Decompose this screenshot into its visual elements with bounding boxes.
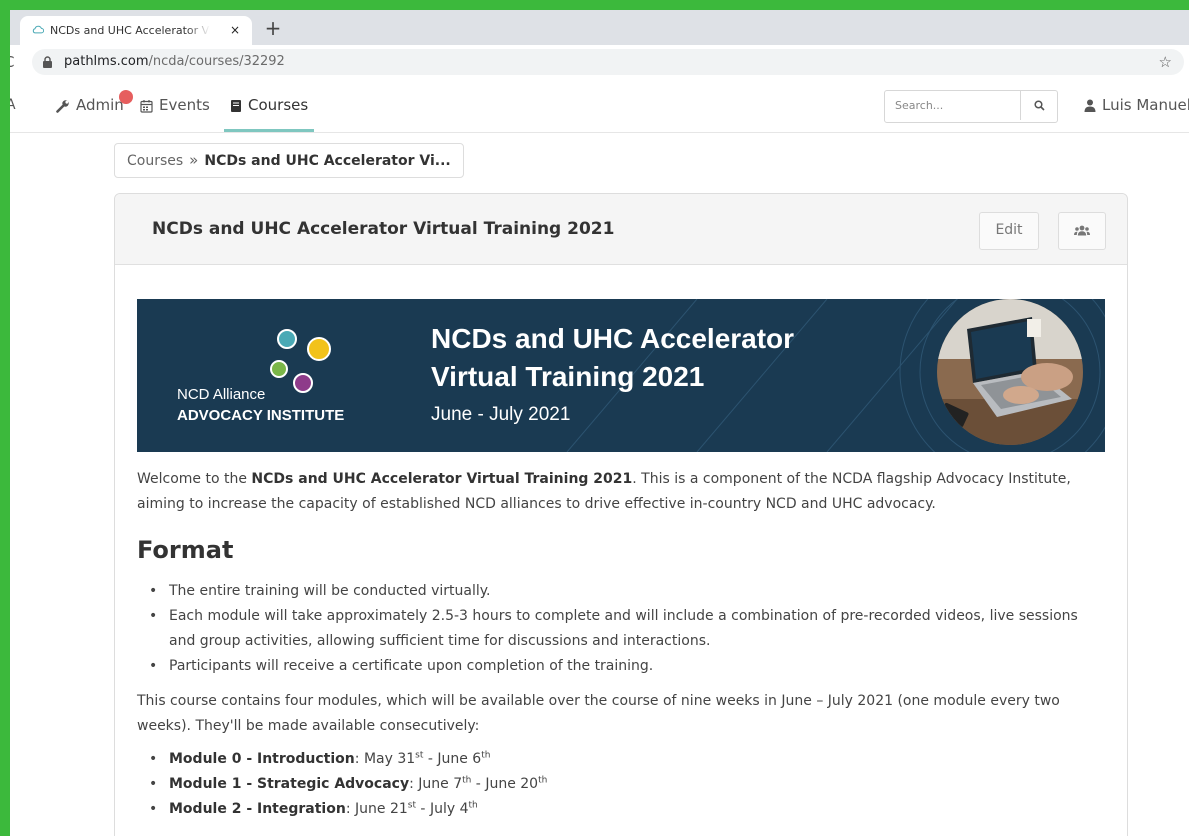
brand-fragment[interactable]: A — [10, 97, 16, 113]
active-tab-indicator — [224, 129, 314, 132]
site-navbar: A Admin Events Courses Search... Luis Ma… — [10, 80, 1189, 133]
nav-events-label: Events — [159, 96, 210, 114]
url-domain: pathlms.com — [64, 54, 149, 69]
tab-strip: NCDs and UHC Accelerator Virtual Trainin… — [10, 10, 1189, 45]
format-point: Each module will take approximately 2.5-… — [149, 604, 1107, 654]
module-end-suffix: th — [481, 750, 491, 761]
intro-paragraph: Welcome to the NCDs and UHC Accelerator … — [137, 467, 1107, 517]
intro-pre: Welcome to the — [137, 471, 252, 487]
module-title: Module 2 - Integration — [169, 801, 346, 817]
bookmark-star-icon[interactable]: ☆ — [1159, 49, 1172, 75]
course-panel: NCDs and UHC Accelerator Virtual Trainin… — [114, 193, 1128, 836]
search-box — [884, 90, 1058, 123]
banner-title-line1: NCDs and UHC Accelerator — [431, 323, 795, 354]
org-subtitle: ADVOCACY INSTITUTE — [177, 407, 345, 424]
cloud-icon — [32, 25, 44, 34]
user-menu[interactable]: Luis Manuel — [1084, 80, 1189, 130]
nav-events[interactable]: Events — [140, 80, 210, 132]
breadcrumb-courses-link[interactable]: Courses — [127, 153, 183, 169]
ncd-alliance-logo — [177, 327, 267, 389]
module-end: July 4 — [429, 801, 469, 817]
nav-courses[interactable]: Courses — [230, 80, 308, 132]
nav-courses-label: Courses — [248, 96, 309, 114]
format-heading: Format — [137, 536, 234, 564]
lock-icon — [43, 56, 52, 68]
book-icon — [231, 99, 241, 112]
banner-title-line2: Virtual Training 2021 — [431, 361, 705, 392]
org-name: NCD Alliance — [177, 386, 266, 403]
url-field[interactable]: pathlms.com/ncda/courses/32292 ☆ — [32, 49, 1184, 75]
laptop-photo — [937, 299, 1083, 445]
browser-tab[interactable]: NCDs and UHC Accelerator Virtual Trainin… — [20, 16, 252, 45]
wrench-icon — [56, 99, 69, 113]
module-end-suffix: th — [468, 800, 478, 811]
module-item: Module 0 - Introduction: May 31st - June… — [149, 747, 1107, 772]
module-end: June 6 — [437, 751, 482, 767]
module-start-suffix: st — [415, 750, 424, 761]
module-end: June 20 — [485, 776, 539, 792]
module-title: Module 0 - Introduction — [169, 751, 355, 767]
course-description: Welcome to the NCDs and UHC Accelerator … — [137, 467, 1107, 822]
reload-icon[interactable]: C — [10, 53, 14, 71]
course-title: NCDs and UHC Accelerator Virtual Trainin… — [152, 219, 615, 239]
module-start-suffix: st — [407, 800, 416, 811]
module-start: June 21 — [355, 801, 408, 817]
nav-admin[interactable]: Admin — [56, 80, 124, 132]
address-bar: C pathlms.com/ncda/courses/32292 ☆ — [10, 45, 1189, 81]
users-icon — [1074, 225, 1090, 235]
search-icon — [1033, 100, 1045, 111]
breadcrumb-separator: » — [189, 151, 199, 169]
url-text: pathlms.com/ncda/courses/32292 — [64, 49, 285, 75]
module-item: Module 1 - Strategic Advocacy: June 7th … — [149, 772, 1107, 797]
module-start-suffix: th — [462, 775, 472, 786]
intro-bold: NCDs and UHC Accelerator Virtual Trainin… — [251, 471, 633, 487]
url-path: /ncda/courses/32292 — [148, 54, 285, 69]
module-start: May 31 — [363, 751, 416, 767]
logo-circles — [270, 329, 331, 393]
format-list: The entire training will be conducted vi… — [137, 579, 1107, 679]
modules-intro: This course contains four modules, which… — [137, 693, 1060, 734]
search-input[interactable] — [885, 91, 1035, 120]
search-button[interactable] — [1020, 91, 1057, 120]
calendar-icon — [140, 99, 153, 113]
notification-badge — [119, 90, 133, 104]
module-start: June 7 — [418, 776, 463, 792]
user-name: Luis Manuel — [1102, 96, 1189, 114]
browser-window: NCDs and UHC Accelerator Virtual Trainin… — [10, 10, 1189, 836]
new-tab-button[interactable]: + — [262, 16, 284, 42]
course-header: NCDs and UHC Accelerator Virtual Trainin… — [115, 194, 1127, 265]
breadcrumb-current: NCDs and UHC Accelerator Vi... — [204, 153, 451, 169]
user-icon — [1084, 99, 1096, 112]
format-point: The entire training will be conducted vi… — [149, 579, 1107, 604]
module-title: Module 1 - Strategic Advocacy — [169, 776, 410, 792]
members-button[interactable] — [1058, 212, 1106, 250]
banner-dates: June - July 2021 — [431, 404, 571, 425]
breadcrumb: Courses » NCDs and UHC Accelerator Vi... — [114, 143, 464, 178]
module-end-suffix: th — [538, 775, 548, 786]
nav-admin-label: Admin — [76, 96, 124, 114]
course-banner: NCD Alliance ADVOCACY INSTITUTE NCDs and… — [137, 299, 1105, 452]
edit-button[interactable]: Edit — [979, 212, 1039, 250]
close-icon[interactable]: × — [230, 16, 240, 45]
laptop-illustration — [937, 299, 1083, 445]
format-point: Participants will receive a certificate … — [149, 654, 1107, 679]
module-item: Module 2 - Integration: June 21st - July… — [149, 797, 1107, 822]
tab-title: NCDs and UHC Accelerator Virtual Trainin… — [50, 24, 210, 37]
module-list: Module 0 - Introduction: May 31st - June… — [137, 747, 1107, 822]
